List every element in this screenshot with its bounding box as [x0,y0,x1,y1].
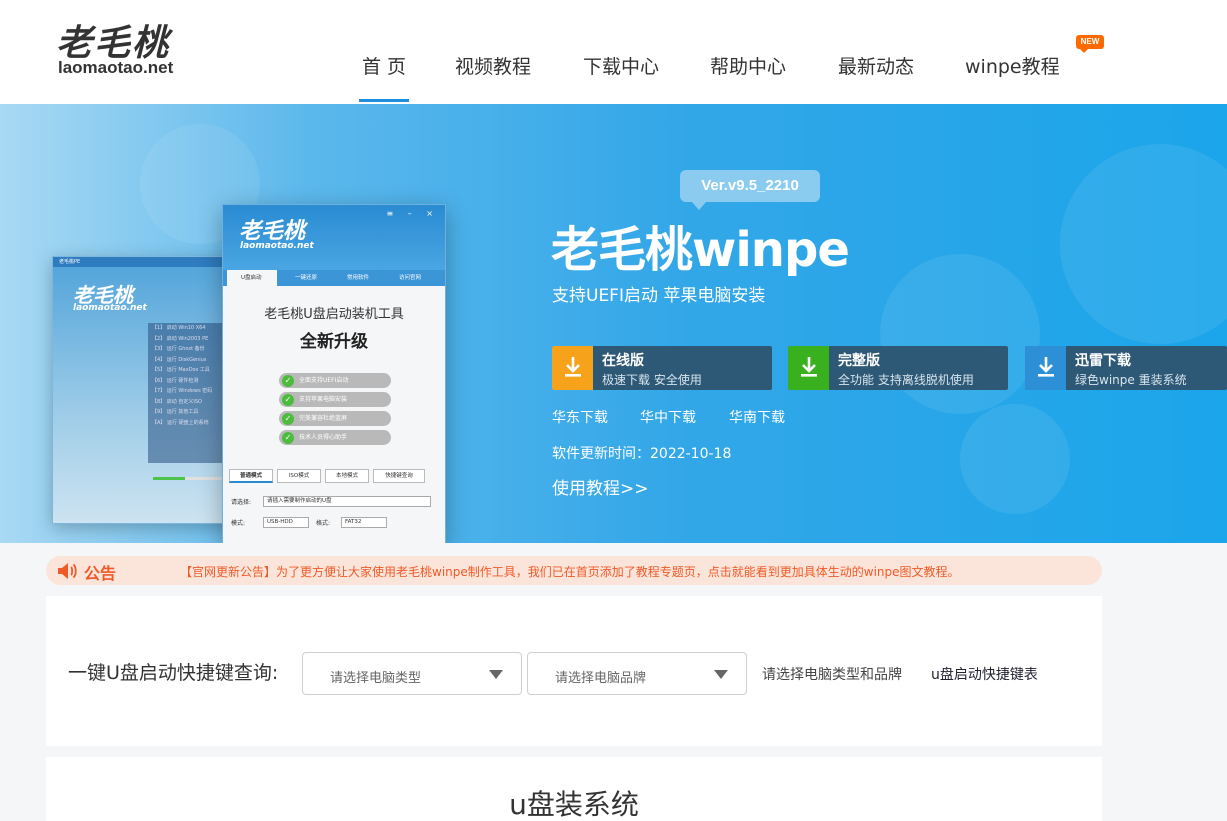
decor-bubble [960,404,1070,514]
download-thunder-button[interactable]: 迅雷下载 绿色winpe 重装系统 [1025,346,1227,390]
logo-domain: laomaotao.net [58,58,174,77]
pe-menu-item: 【1】 启动 Win10 X64 [152,325,206,331]
nav-home[interactable]: 首 页 [362,52,406,79]
pe-menu-item: 【5】 运行 MaxDos 工具 [152,367,210,373]
announcement-bar: 公告 【官网更新公告】为了更方便让大家使用老毛桃winpe制作工具，我们已在首页… [46,556,1102,585]
pe-logo-domain: laomaotao.net [73,303,147,313]
pe-menu-item: 【4】 运行 DiskGenius [152,356,207,363]
pe-progress-fill [153,477,185,480]
window-controls-icon: ≡ – × [386,209,439,218]
tool-tab-website: 访问官网 [399,275,422,281]
speaker-icon [56,561,78,585]
usb-install-section: u盘装系统 [46,757,1102,821]
tool-window-screenshot: 老毛桃 laomaotao.net ≡ – × U盘启动 一键还原 常用软件 访… [222,204,446,543]
hotkey-query-label: 一键U盘启动快捷键查询: [68,662,279,684]
site-header: 老毛桃 laomaotao.net 首 页 视频教程 下载中心 帮助中心 最新动… [0,0,1227,104]
tool-feature: 支持苹果电脑安装 [279,392,391,407]
tool-mode-label: 模式: [231,520,246,527]
announcement-label: 公告 [84,564,117,583]
tool-format-label: 格式: [316,520,331,527]
hero-subtitle: 支持UEFI启动 苹果电脑安装 [552,286,766,306]
pe-window-title: 老毛桃PE [53,257,241,267]
tool-mode-local: 本地模式 [325,469,369,483]
pe-boot-menu: 【1】 启动 Win10 X64 【2】 启动 Win2003 PE 【3】 运… [148,323,223,463]
chevron-down-icon [714,670,728,679]
tool-logo-domain: laomaotao.net [240,241,314,251]
pe-menu-item: 【6】 运行 硬件检测 [152,377,199,384]
pe-menu-item: 【7】 运行 Windows 密码 [152,388,213,394]
tool-feature: 完美兼容杜绝蓝屏 [279,411,391,426]
chevron-down-icon [489,670,503,679]
nav-latest-news[interactable]: 最新动态 [838,52,914,79]
tool-tab-restore: 一键还原 [295,275,318,281]
tool-select-label: 请选择: [231,499,252,506]
tool-format-select: FAT32 [341,517,387,528]
announcement-text[interactable]: 【官网更新公告】为了更方便让大家使用老毛桃winpe制作工具，我们已在首页添加了… [180,563,960,580]
computer-type-select[interactable]: 请选择电脑类型 [302,652,522,695]
tool-feature: 全面支持UEFI启动 [279,373,391,388]
version-tag: Ver.v9.5_2210 [680,170,820,210]
section-title: u盘装系统 [509,788,639,821]
computer-brand-placeholder: 请选择电脑品牌 [555,671,647,686]
tool-mode-hotkey: 快捷键查询 [373,469,425,483]
mirror-east-link[interactable]: 华东下载 [552,407,608,427]
tool-tabs: U盘启动 一键还原 常用软件 访问官网 [223,270,445,286]
nav-help-center[interactable]: 帮助中心 [710,52,786,79]
mirror-south-link[interactable]: 华南下载 [729,407,785,427]
download-online-button[interactable]: 在线版 极速下载 安全使用 [552,346,772,390]
tool-usb-select: 请插入需要制作启动的U盘 [263,496,431,507]
computer-brand-select[interactable]: 请选择电脑品牌 [527,652,747,695]
nav-download-center[interactable]: 下载中心 [583,52,659,79]
decor-bubble [880,254,1040,414]
pe-menu-item: 【3】 运行 Ghost 备份 [152,346,205,352]
hotkey-table-link[interactable]: u盘启动快捷键表 [931,664,1038,684]
nav-active-indicator [359,99,409,102]
hero-banner: 老毛桃PE 老毛桃 laomaotao.net 【1】 启动 Win10 X64… [0,104,1227,543]
download-full-label: 完整版 [838,353,880,369]
download-online-label: 在线版 [602,353,644,369]
download-arrow-icon [1025,346,1066,390]
update-time: 软件更新时间：2022-10-18 [552,446,732,462]
pe-menu-item: 【2】 启动 Win2003 PE [152,335,209,342]
tool-tab-software: 常用软件 [347,275,370,281]
download-arrow-icon [552,346,593,390]
hotkey-query-panel: 一键U盘启动快捷键查询: 请选择电脑类型 请选择电脑品牌 请选择电脑类型和品牌 … [46,596,1102,746]
decor-bubble [1060,144,1227,344]
download-full-desc: 全功能 支持离线脱机使用 [838,373,974,387]
tool-window-header: 老毛桃 laomaotao.net ≡ – × [223,205,445,270]
pe-progress-bar [153,477,223,480]
tool-mode-iso: ISO模式 [277,469,321,483]
download-thunder-desc: 绿色winpe 重装系统 [1075,373,1187,387]
tool-tab-usb-boot: U盘启动 [227,270,277,286]
download-full-button[interactable]: 完整版 全功能 支持离线脱机使用 [788,346,1008,390]
tutorial-link[interactable]: 使用教程>> [552,474,649,499]
tool-mode-select: USB-HDD [263,517,309,528]
pe-menu-screenshot: 老毛桃PE 老毛桃 laomaotao.net 【1】 启动 Win10 X64… [52,256,242,524]
hero-title: 老毛桃winpe [551,222,850,278]
mirror-central-link[interactable]: 华中下载 [640,407,696,427]
pe-menu-item: 【8】 启动 自定义ISO [152,398,202,405]
nav-winpe-tutorials[interactable]: winpe教程 [965,52,1060,79]
tool-feature: 技术人员得心助手 [279,430,391,445]
download-arrow-icon [788,346,829,390]
site-logo[interactable]: 老毛桃 laomaotao.net [56,14,196,84]
new-badge: NEW [1076,35,1104,53]
download-thunder-label: 迅雷下载 [1075,353,1131,369]
tool-title: 老毛桃U盘启动装机工具 [264,307,404,322]
tool-upgrade-title: 全新升级 [300,332,368,352]
query-hint: 请选择电脑类型和品牌 [762,667,902,683]
download-online-desc: 极速下载 安全使用 [602,373,702,387]
pe-menu-item: 【9】 运行 其他工具 [152,409,199,415]
pe-menu-item: 【A】 运行 硬盘上的系统 [152,419,209,426]
computer-type-placeholder: 请选择电脑类型 [330,671,422,686]
nav-video-tutorials[interactable]: 视频教程 [455,52,531,79]
tool-mode-normal: 普通模式 [229,469,273,483]
